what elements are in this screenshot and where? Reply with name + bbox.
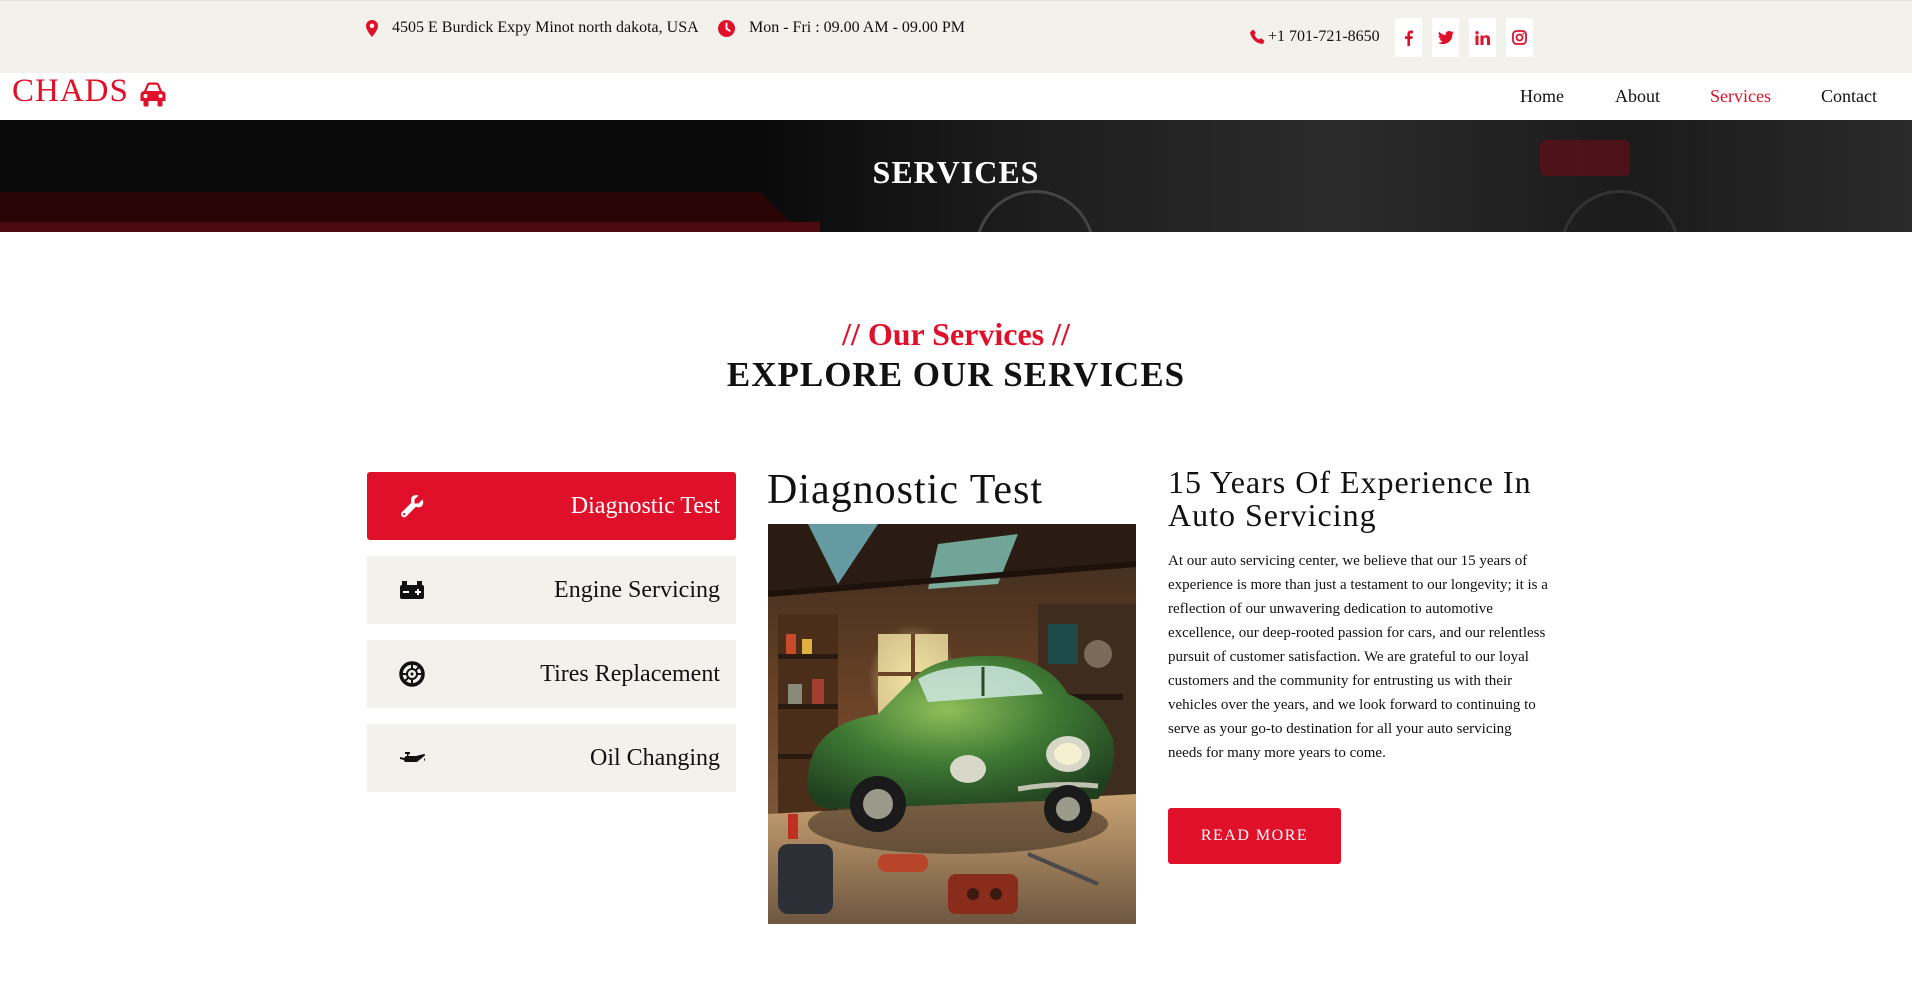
tab-tires-replacement[interactable]: Tires Replacement (367, 640, 736, 708)
tab-diagnostic-test[interactable]: Diagnostic Test (367, 472, 736, 540)
twitter-icon[interactable] (1432, 18, 1459, 57)
navbar: CHADS Home About Services Contact (0, 73, 1912, 120)
facebook-icon[interactable] (1395, 18, 1422, 57)
tab-label: Engine Servicing (554, 576, 720, 603)
instagram-icon[interactable] (1506, 18, 1533, 57)
service-title: Diagnostic Test (767, 467, 1044, 513)
experience-title: 15 Years Of Experience In Auto Servicing (1168, 464, 1532, 533)
top-bar: 4505 E Burdick Expy Minot north dakota, … (0, 0, 1912, 73)
phone-text: +1 701-721-8650 (1268, 28, 1380, 45)
tab-engine-servicing[interactable]: Engine Servicing (367, 556, 736, 624)
phone-icon (1250, 29, 1265, 44)
tab-label: Tires Replacement (540, 660, 720, 687)
map-marker-icon (366, 19, 378, 37)
nav-home[interactable]: Home (1520, 86, 1564, 107)
social-links (1395, 18, 1533, 57)
oil-can-icon (400, 752, 426, 762)
tab-label: Diagnostic Test (570, 492, 720, 519)
car-battery-icon (400, 581, 424, 599)
hero-red-stripe (0, 222, 820, 232)
section-title: EXPLORE OUR SERVICES (726, 355, 1186, 394)
phone-info[interactable]: +1 701-721-8650 (1250, 28, 1380, 46)
tab-label: Oil Changing (590, 744, 720, 771)
linkedin-icon[interactable] (1469, 18, 1496, 57)
service-image (768, 524, 1136, 924)
read-more-button[interactable]: READ MORE (1168, 808, 1341, 864)
hero-banner: SERVICES (0, 120, 1912, 232)
tire-icon (399, 661, 425, 687)
brand-name: CHADS (12, 73, 129, 109)
wrench-icon (401, 495, 424, 518)
hours-text: Mon - Fri : 09.00 AM - 09.00 PM (749, 19, 966, 36)
section-subtitle: // Our Services // (842, 316, 1070, 352)
nav-contact[interactable]: Contact (1821, 86, 1877, 107)
address-text: 4505 E Burdick Expy Minot north dakota, … (392, 19, 699, 36)
hours-info: Mon - Fri : 09.00 AM - 09.00 PM (718, 19, 965, 37)
experience-text: At our auto servicing center, we believe… (1168, 553, 1548, 761)
address-info: 4505 E Burdick Expy Minot north dakota, … (366, 19, 699, 37)
page-title: SERVICES (872, 154, 1040, 190)
car-icon (140, 82, 166, 106)
tab-oil-changing[interactable]: Oil Changing (367, 724, 736, 792)
nav-services[interactable]: Services (1710, 86, 1771, 107)
clock-icon (718, 19, 735, 37)
nav-about[interactable]: About (1615, 86, 1660, 107)
brand-logo[interactable]: CHADS (12, 73, 167, 110)
